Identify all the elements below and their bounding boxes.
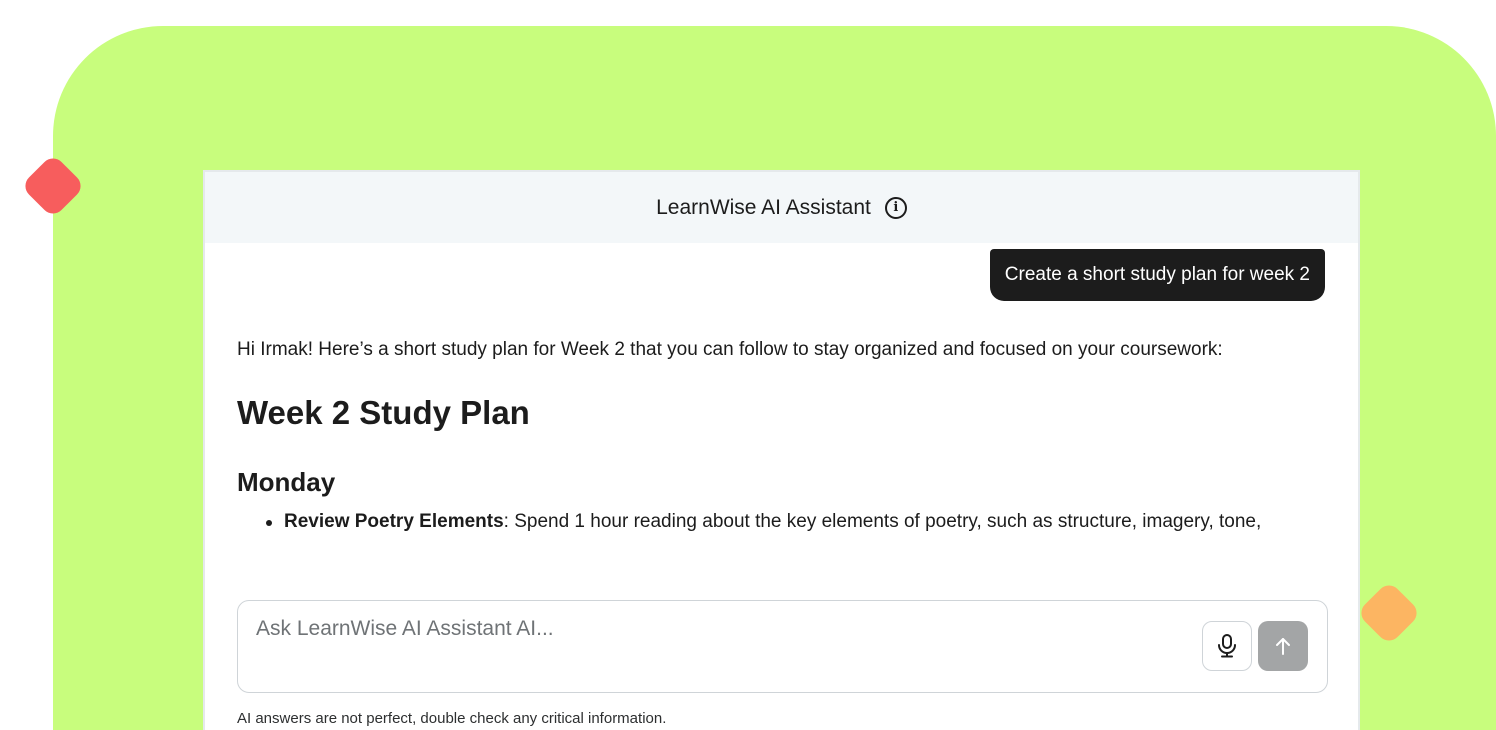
- chat-header: LearnWise AI Assistant i: [205, 172, 1358, 243]
- chat-title: LearnWise AI Assistant: [656, 195, 871, 219]
- message-composer: [237, 600, 1328, 693]
- list-item: Review Poetry Elements: Spend 1 hour rea…: [264, 508, 1337, 536]
- reply-heading: Week 2 Study Plan: [237, 394, 530, 431]
- list-item-text: : Spend 1 hour reading about the key ele…: [503, 511, 1262, 532]
- info-icon[interactable]: i: [884, 196, 907, 219]
- user-message-bubble: Create a short study plan for week 2: [989, 249, 1325, 301]
- user-message-text: Create a short study plan for week 2: [1004, 264, 1310, 285]
- disclaimer-text: AI answers are not perfect, double check…: [237, 710, 667, 727]
- message-input[interactable]: [256, 613, 1156, 645]
- microphone-icon: [1218, 634, 1236, 658]
- chat-panel: LearnWise AI Assistant i Create a short …: [203, 170, 1360, 730]
- arrow-up-icon: [1276, 638, 1290, 655]
- reply-list: Review Poetry Elements: Spend 1 hour rea…: [237, 508, 1337, 536]
- reply-intro: Hi Irmak! Here’s a short study plan for …: [237, 339, 1223, 360]
- send-button[interactable]: [1258, 621, 1308, 671]
- assistant-reply: Hi Irmak! Here’s a short study plan for …: [237, 336, 1337, 536]
- reply-day-heading: Monday: [237, 467, 336, 497]
- microphone-button[interactable]: [1202, 621, 1252, 671]
- list-item-title: Review Poetry Elements: [284, 511, 504, 532]
